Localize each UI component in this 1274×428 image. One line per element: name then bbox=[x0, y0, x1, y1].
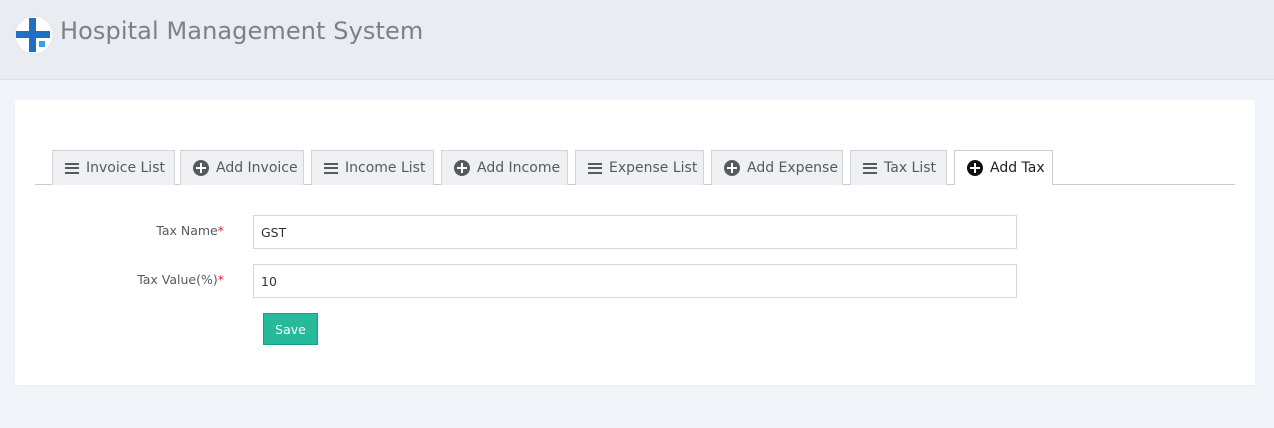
medical-cross-logo-icon bbox=[14, 15, 54, 55]
tax-value-input[interactable] bbox=[253, 264, 1017, 298]
tax-name-label-text: Tax Name bbox=[156, 223, 218, 238]
plus-circle-icon bbox=[724, 160, 740, 176]
tab-bar: Invoice List Add Invoice Income List Add… bbox=[35, 150, 1235, 186]
list-icon bbox=[65, 160, 79, 176]
tab-add-invoice[interactable]: Add Invoice bbox=[180, 150, 304, 185]
tab-add-income[interactable]: Add Income bbox=[441, 150, 568, 185]
tax-name-row: Tax Name* bbox=[15, 215, 1255, 249]
tax-value-label: Tax Value(%)* bbox=[137, 272, 224, 287]
tab-expense-list[interactable]: Expense List bbox=[575, 150, 704, 185]
list-icon bbox=[863, 160, 877, 176]
tab-label: Invoice List bbox=[86, 160, 165, 176]
plus-circle-icon bbox=[454, 160, 470, 176]
tab-tax-list[interactable]: Tax List bbox=[850, 150, 947, 185]
tab-label: Add Income bbox=[477, 160, 561, 176]
tab-label: Income List bbox=[345, 160, 426, 176]
tab-label: Add Invoice bbox=[216, 160, 298, 176]
tab-add-tax[interactable]: Add Tax bbox=[954, 150, 1053, 186]
tab-label: Expense List bbox=[609, 160, 698, 176]
tab-income-list[interactable]: Income List bbox=[311, 150, 434, 185]
tax-value-label-text: Tax Value(%) bbox=[137, 272, 218, 287]
required-marker: * bbox=[217, 223, 224, 238]
list-icon bbox=[588, 160, 602, 176]
app-header: Hospital Management System bbox=[0, 0, 1274, 80]
save-button[interactable]: Save bbox=[263, 313, 318, 345]
tab-label: Add Expense bbox=[747, 160, 838, 176]
tab-add-expense[interactable]: Add Expense bbox=[711, 150, 843, 185]
content-panel: Invoice List Add Invoice Income List Add… bbox=[15, 100, 1255, 385]
tax-name-label: Tax Name* bbox=[156, 223, 224, 238]
tab-label: Add Tax bbox=[990, 160, 1045, 176]
list-icon bbox=[324, 160, 338, 176]
required-marker: * bbox=[217, 272, 224, 287]
plus-circle-icon bbox=[193, 160, 209, 176]
tax-value-row: Tax Value(%)* bbox=[15, 264, 1255, 298]
tab-label: Tax List bbox=[884, 160, 937, 176]
tab-invoice-list[interactable]: Invoice List bbox=[52, 150, 175, 185]
app-title: Hospital Management System bbox=[60, 17, 424, 45]
tax-name-input[interactable] bbox=[253, 215, 1017, 249]
plus-circle-icon bbox=[967, 160, 983, 176]
